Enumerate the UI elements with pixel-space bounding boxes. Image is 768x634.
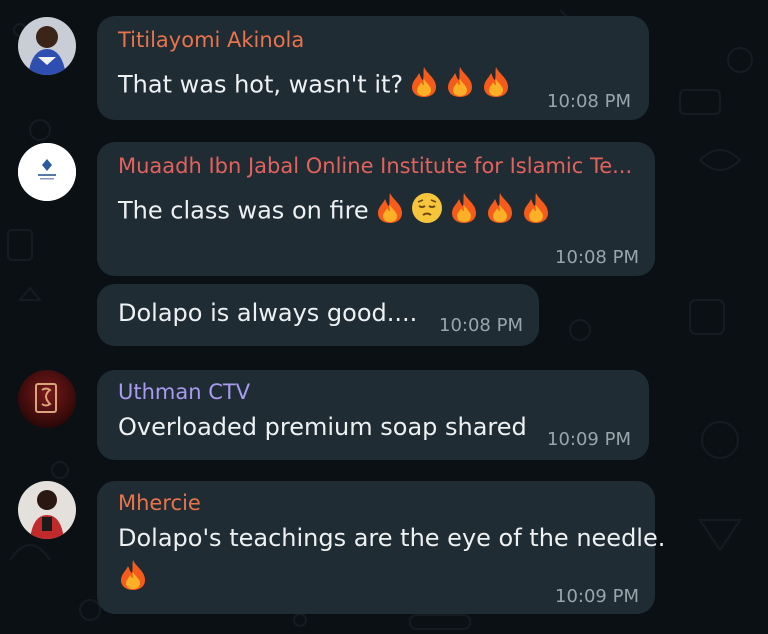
message-timestamp: 10:09 PM: [547, 429, 631, 450]
message-timestamp: 10:08 PM: [555, 247, 639, 268]
message-text-content: The class was on fire: [118, 196, 369, 225]
sender-name[interactable]: Uthman CTV: [118, 380, 250, 404]
message-text: Dolapo is always good....: [118, 299, 418, 327]
fire-icon: [485, 192, 515, 231]
fire-icon: [409, 66, 439, 105]
fire-icon: [375, 192, 405, 231]
sender-name[interactable]: Titilayomi Akinola: [118, 28, 304, 52]
avatar-uthman-ctv[interactable]: [18, 370, 76, 428]
avatar-muaadh-institute[interactable]: [18, 143, 76, 201]
message-bubble[interactable]: Mhercie Dolapo's teachings are the eye o…: [97, 481, 665, 614]
avatar-photo-icon: [18, 17, 76, 75]
message-timestamp: 10:08 PM: [439, 315, 523, 336]
message-bubble[interactable]: Muaadh Ibn Jabal Online Institute for Is…: [97, 142, 655, 276]
sender-name[interactable]: Mhercie: [118, 491, 201, 515]
message-timestamp: 10:08 PM: [547, 91, 631, 112]
fire-icon: [449, 192, 479, 231]
fire-icon: [445, 66, 475, 105]
soap-brand-logo-icon: [18, 370, 76, 428]
message-bubble[interactable]: Dolapo is always good.... 10:08 PM: [97, 284, 539, 346]
message-text: The class was on fire: [118, 192, 551, 231]
pensive-face-icon: [411, 192, 443, 231]
institute-logo-icon: [18, 143, 76, 201]
message-bubble[interactable]: Uthman CTV Overloaded premium soap share…: [97, 370, 649, 460]
avatar-photo-icon: [18, 481, 76, 539]
fire-icon: [521, 192, 551, 231]
message-text: Dolapo's teachings are the eye of the ne…: [118, 524, 666, 552]
sender-name[interactable]: Muaadh Ibn Jabal Online Institute for Is…: [118, 154, 632, 178]
message-text: That was hot, wasn't it?: [118, 66, 511, 105]
avatar-mhercie[interactable]: [18, 481, 76, 539]
message-text: Overloaded premium soap shared: [118, 413, 527, 441]
fire-icon: [481, 66, 511, 105]
avatar-titilayomi[interactable]: [18, 17, 76, 75]
message-text-content: That was hot, wasn't it?: [118, 70, 404, 99]
message-bubble[interactable]: Titilayomi Akinola That was hot, wasn't …: [97, 16, 649, 120]
message-timestamp: 10:09 PM: [555, 586, 639, 607]
fire-icon: [118, 559, 148, 595]
